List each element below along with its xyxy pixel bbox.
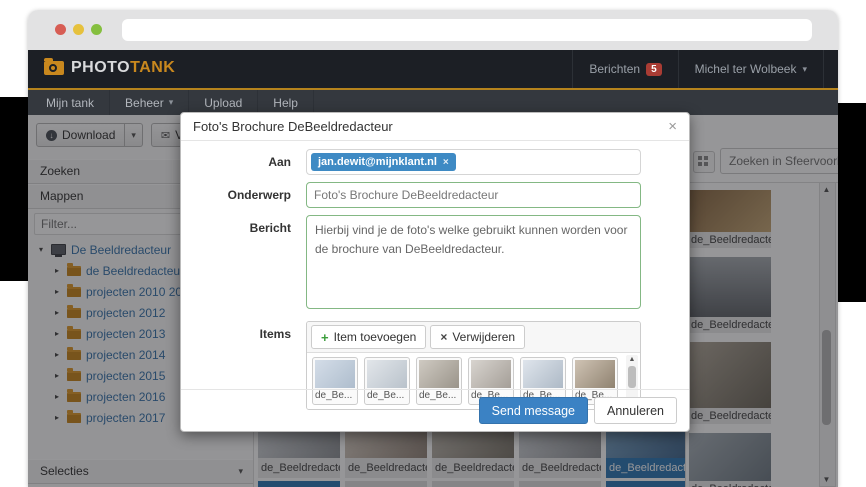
dialog-footer: Send message Annuleren — [181, 389, 689, 431]
address-bar[interactable] — [122, 19, 812, 41]
berichten-label: Berichten — [589, 62, 640, 76]
dialog-title-bar: Foto's Brochure DeBeeldredacteur × — [181, 113, 689, 141]
traffic-light-maximize-icon[interactable] — [91, 24, 102, 35]
item-photo — [523, 360, 563, 388]
close-icon[interactable]: × — [664, 113, 681, 140]
item-photo — [315, 360, 355, 388]
items-toolbar: + Item toevoegen × Verwijderen — [307, 322, 640, 353]
scroll-up-icon[interactable]: ▲ — [626, 356, 638, 363]
item-toevoegen-label: Item toevoegen — [334, 330, 417, 344]
traffic-light-minimize-icon[interactable] — [73, 24, 84, 35]
nav-label: Upload — [204, 96, 242, 110]
page: PHOTOTANK Berichten 5 Michel ter Wolbeek… — [0, 0, 866, 487]
recipient-email: jan.dewit@mijnklant.nl — [318, 156, 437, 168]
nav-item-beheer[interactable]: Beheer ▾ — [110, 90, 189, 115]
item-toevoegen-button[interactable]: + Item toevoegen — [311, 325, 426, 349]
phototank-logo[interactable]: PHOTOTANK — [44, 59, 175, 77]
bericht-textarea[interactable]: Hierbij vind je de foto's welke gebruikt… — [306, 215, 641, 309]
nav-item-mijn-tank[interactable]: Mijn tank — [28, 90, 110, 115]
onderwerp-input[interactable] — [306, 182, 641, 208]
screenshot-bleed-right — [838, 103, 866, 302]
user-name: Michel ter Wolbeek — [695, 62, 797, 76]
x-icon: × — [440, 330, 447, 344]
remove-recipient-icon[interactable]: × — [443, 157, 449, 168]
item-photo — [419, 360, 459, 388]
send-message-dialog: Foto's Brochure DeBeeldredacteur × Aan j… — [180, 112, 690, 432]
scrollbar-thumb[interactable] — [628, 366, 636, 388]
item-photo — [575, 360, 615, 388]
recipients-input[interactable]: jan.dewit@mijnklant.nl × — [306, 149, 641, 175]
verwijderen-button[interactable]: × Verwijderen — [430, 325, 525, 349]
nav-label: Beheer — [125, 96, 164, 110]
caret-down-icon: ▾ — [169, 97, 174, 108]
logo-text-photo: PHOTO — [71, 59, 130, 76]
user-menu[interactable]: Michel ter Wolbeek ▾ — [678, 50, 824, 88]
onderwerp-label: Onderwerp — [181, 182, 291, 208]
screenshot-bleed-left — [0, 97, 28, 281]
berichten-menu-item[interactable]: Berichten 5 — [572, 50, 677, 88]
nav-label: Mijn tank — [46, 96, 94, 110]
recipient-tag: jan.dewit@mijnklant.nl × — [311, 153, 456, 171]
verwijderen-label: Verwijderen — [452, 330, 515, 344]
nav-label: Help — [273, 96, 298, 110]
aan-label: Aan — [181, 149, 291, 175]
plus-icon: + — [321, 330, 329, 345]
item-photo — [367, 360, 407, 388]
berichten-count-badge: 5 — [646, 63, 662, 76]
caret-down-icon: ▾ — [802, 64, 807, 75]
dialog-title: Foto's Brochure DeBeeldredacteur — [193, 119, 393, 134]
bericht-label: Bericht — [181, 215, 291, 314]
app-header: PHOTOTANK Berichten 5 Michel ter Wolbeek… — [28, 50, 838, 90]
item-photo — [471, 360, 511, 388]
logo-text-tank: TANK — [130, 59, 175, 76]
browser-chrome — [28, 10, 838, 50]
send-message-button[interactable]: Send message — [479, 397, 588, 424]
folder-camera-logo-icon — [44, 61, 64, 75]
annuleren-button[interactable]: Annuleren — [594, 397, 677, 424]
traffic-light-close-icon[interactable] — [55, 24, 66, 35]
